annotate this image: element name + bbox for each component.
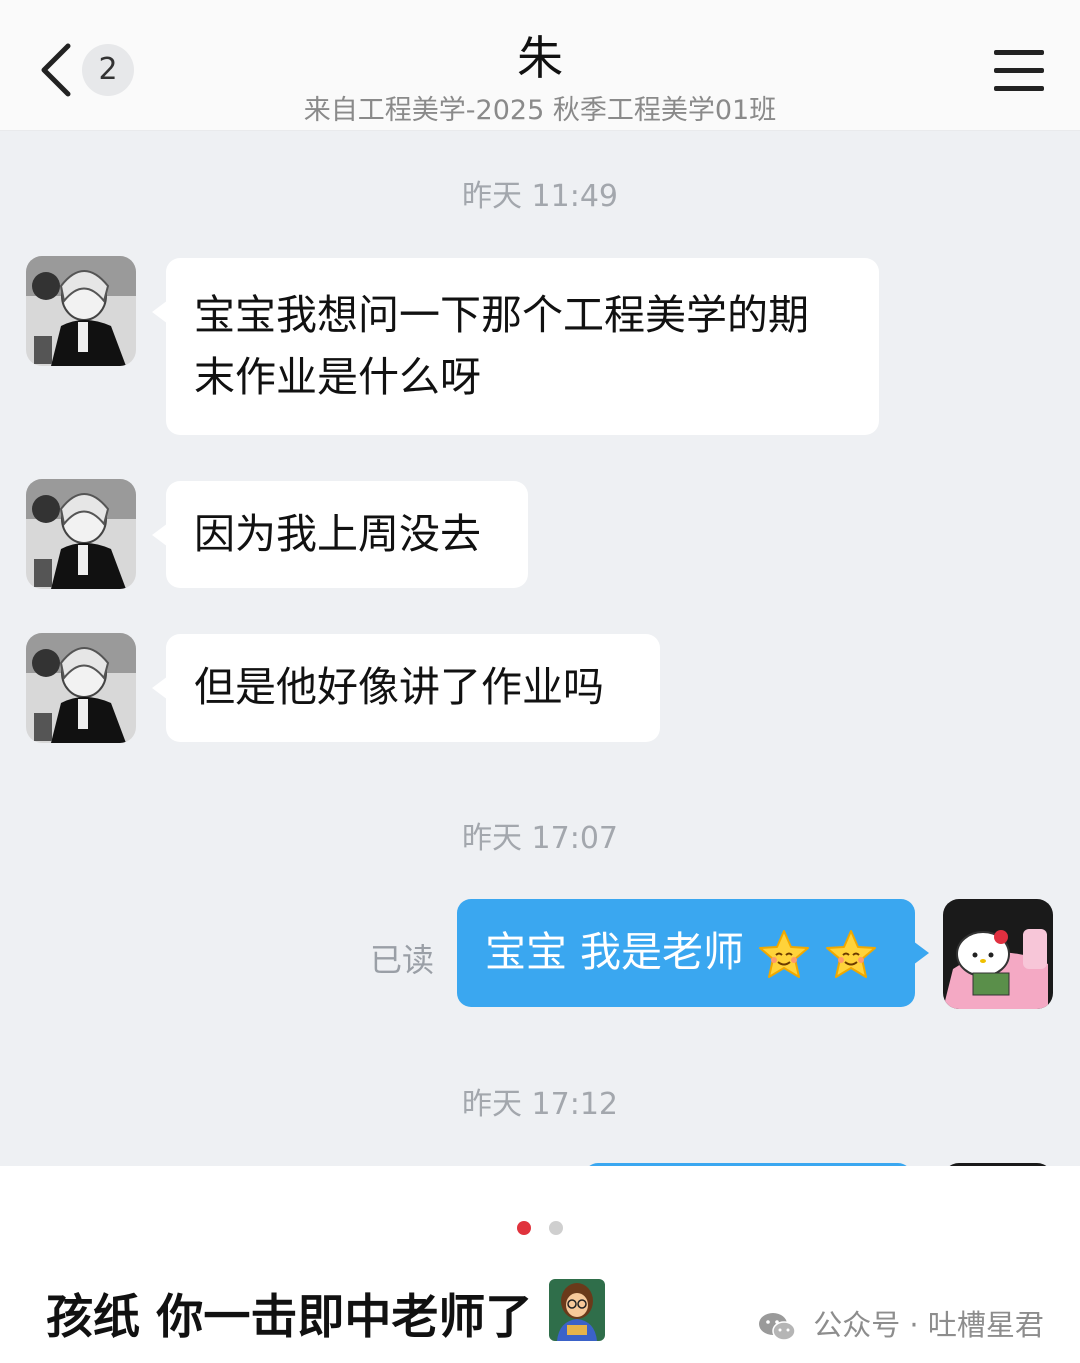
message-text: 宝宝我想问一下那个工程美学的期 bbox=[194, 291, 809, 339]
star-smile-emoji-icon bbox=[826, 930, 877, 978]
message-bubble-out-partial bbox=[584, 1163, 912, 1166]
timestamp: 昨天 17:12 bbox=[462, 1087, 618, 1122]
menu-icon bbox=[994, 50, 1044, 55]
chat-header: 2 朱 来自工程美学-2025 秋季工程美学01班 bbox=[0, 0, 1080, 131]
chat-area[interactable]: 昨天 11:49 宝宝我想问一下那个工程美学的期 末作业是什么呀 因为我上周没去… bbox=[0, 131, 1080, 1166]
contact-avatar[interactable] bbox=[26, 633, 136, 743]
message-bubble-in[interactable]: 因为我上周没去 bbox=[152, 481, 528, 588]
message-text: 因为我上周没去 bbox=[194, 510, 481, 558]
my-avatar-partial bbox=[943, 1163, 1053, 1166]
watermark: 公众号 · 吐槽星君 bbox=[758, 1302, 1044, 1344]
contact-avatar[interactable] bbox=[26, 479, 136, 589]
contact-source: 来自工程美学-2025 秋季工程美学01班 bbox=[303, 95, 777, 126]
teacher-emoji-icon bbox=[548, 1279, 605, 1341]
message-bubble-in[interactable]: 但是他好像讲了作业吗 bbox=[152, 634, 660, 742]
read-status: 已读 bbox=[370, 941, 435, 979]
pager-dots bbox=[0, 1220, 1080, 1239]
timestamp: 昨天 17:07 bbox=[462, 821, 618, 856]
star-smile-emoji-icon bbox=[759, 930, 810, 978]
message-bubble-in[interactable]: 宝宝我想问一下那个工程美学的期 末作业是什么呀 bbox=[152, 258, 879, 435]
pager-dot bbox=[548, 1221, 563, 1235]
wechat-icon bbox=[759, 1313, 796, 1341]
contact-avatar[interactable] bbox=[26, 256, 136, 366]
menu-button[interactable] bbox=[990, 50, 1048, 94]
post-caption: 孩纸 你一击即中老师了 bbox=[46, 1278, 605, 1347]
message-text: 末作业是什么呀 bbox=[194, 353, 481, 401]
contact-name: 朱 bbox=[517, 31, 563, 85]
pager-dot-active bbox=[517, 1221, 532, 1235]
timestamp: 昨天 11:49 bbox=[462, 179, 618, 214]
message-bubble-out[interactable]: 宝宝 我是老师 bbox=[457, 899, 929, 1007]
message-text: 宝宝 我是老师 bbox=[485, 928, 745, 976]
message-text: 但是他好像讲了作业吗 bbox=[194, 663, 604, 711]
my-avatar[interactable] bbox=[943, 899, 1053, 1009]
